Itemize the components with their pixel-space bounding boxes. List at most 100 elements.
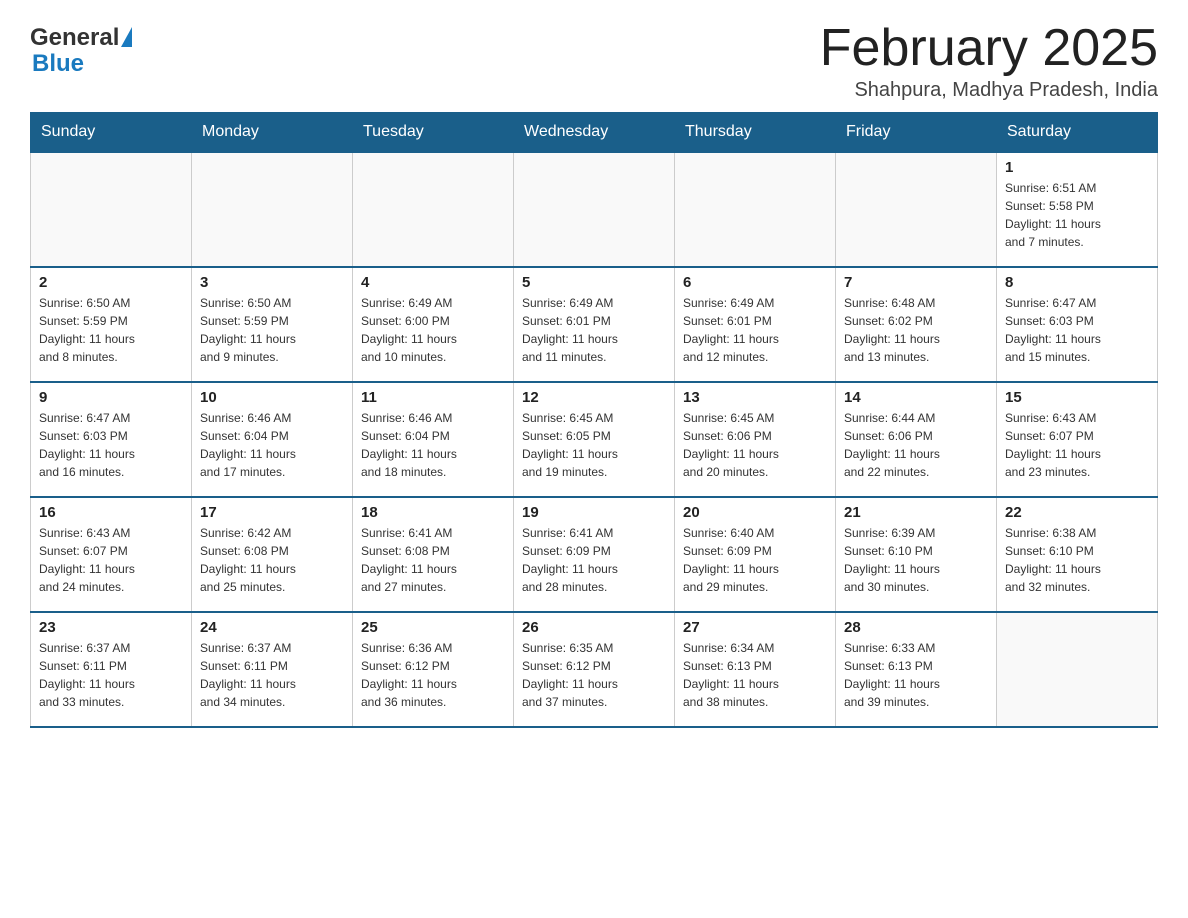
calendar-cell: 28 Sunrise: 6:33 AM Sunset: 6:13 PM Dayli… <box>836 612 997 727</box>
day-info: Sunrise: 6:36 AM Sunset: 6:12 PM Dayligh… <box>361 639 505 711</box>
calendar-week-1: 1 Sunrise: 6:51 AM Sunset: 5:58 PM Daylig… <box>31 152 1158 267</box>
calendar-cell <box>675 152 836 267</box>
day-number: 25 <box>361 619 505 636</box>
day-number: 1 <box>1005 159 1149 176</box>
day-number: 20 <box>683 504 827 521</box>
day-number: 7 <box>844 274 988 291</box>
day-info: Sunrise: 6:38 AM Sunset: 6:10 PM Dayligh… <box>1005 524 1149 596</box>
header-friday: Friday <box>836 113 997 153</box>
day-info: Sunrise: 6:35 AM Sunset: 6:12 PM Dayligh… <box>522 639 666 711</box>
calendar-cell: 26 Sunrise: 6:35 AM Sunset: 6:12 PM Dayli… <box>514 612 675 727</box>
day-number: 10 <box>200 389 344 406</box>
day-number: 23 <box>39 619 183 636</box>
day-number: 26 <box>522 619 666 636</box>
calendar-cell <box>353 152 514 267</box>
header-sunday: Sunday <box>31 113 192 153</box>
logo-blue-text: Blue <box>32 50 84 77</box>
header-saturday: Saturday <box>997 113 1158 153</box>
day-number: 24 <box>200 619 344 636</box>
calendar-header: Sunday Monday Tuesday Wednesday Thursday… <box>31 113 1158 153</box>
header-wednesday: Wednesday <box>514 113 675 153</box>
calendar-cell: 18 Sunrise: 6:41 AM Sunset: 6:08 PM Dayli… <box>353 497 514 612</box>
calendar-cell: 7 Sunrise: 6:48 AM Sunset: 6:02 PM Daylig… <box>836 267 997 382</box>
day-number: 13 <box>683 389 827 406</box>
calendar-cell: 8Sunrise: 6:47 AM Sunset: 6:03 PM Daylig… <box>997 267 1158 382</box>
calendar-cell: 21 Sunrise: 6:39 AM Sunset: 6:10 PM Dayli… <box>836 497 997 612</box>
day-info: Sunrise: 6:41 AM Sunset: 6:08 PM Dayligh… <box>361 524 505 596</box>
calendar-cell: 22Sunrise: 6:38 AM Sunset: 6:10 PM Dayli… <box>997 497 1158 612</box>
calendar-cell: 9 Sunrise: 6:47 AM Sunset: 6:03 PM Daylig… <box>31 382 192 497</box>
day-info: Sunrise: 6:44 AM Sunset: 6:06 PM Dayligh… <box>844 409 988 481</box>
calendar-title: February 2025 <box>820 20 1158 77</box>
day-info: Sunrise: 6:46 AM Sunset: 6:04 PM Dayligh… <box>361 409 505 481</box>
day-number: 27 <box>683 619 827 636</box>
calendar-cell <box>997 612 1158 727</box>
calendar-cell: 11Sunrise: 6:46 AM Sunset: 6:04 PM Dayli… <box>353 382 514 497</box>
calendar-cell: 5Sunrise: 6:49 AM Sunset: 6:01 PM Daylig… <box>514 267 675 382</box>
day-info: Sunrise: 6:34 AM Sunset: 6:13 PM Dayligh… <box>683 639 827 711</box>
logo: General Blue <box>30 20 132 78</box>
calendar-cell: 10 Sunrise: 6:46 AM Sunset: 6:04 PM Dayli… <box>192 382 353 497</box>
day-number: 14 <box>844 389 988 406</box>
day-info: Sunrise: 6:49 AM Sunset: 6:00 PM Dayligh… <box>361 294 505 366</box>
day-number: 16 <box>39 504 183 521</box>
calendar-week-5: 23 Sunrise: 6:37 AM Sunset: 6:11 PM Dayli… <box>31 612 1158 727</box>
calendar-table: Sunday Monday Tuesday Wednesday Thursday… <box>30 112 1158 728</box>
calendar-cell: 12Sunrise: 6:45 AM Sunset: 6:05 PM Dayli… <box>514 382 675 497</box>
day-number: 2 <box>39 274 183 291</box>
day-number: 28 <box>844 619 988 636</box>
calendar-week-2: 2 Sunrise: 6:50 AM Sunset: 5:59 PM Daylig… <box>31 267 1158 382</box>
header-thursday: Thursday <box>675 113 836 153</box>
calendar-body: 1 Sunrise: 6:51 AM Sunset: 5:58 PM Daylig… <box>31 152 1158 727</box>
day-info: Sunrise: 6:37 AM Sunset: 6:11 PM Dayligh… <box>200 639 344 711</box>
day-number: 18 <box>361 504 505 521</box>
day-number: 3 <box>200 274 344 291</box>
calendar-cell: 4Sunrise: 6:49 AM Sunset: 6:00 PM Daylig… <box>353 267 514 382</box>
calendar-cell: 25 Sunrise: 6:36 AM Sunset: 6:12 PM Dayli… <box>353 612 514 727</box>
calendar-cell <box>31 152 192 267</box>
day-info: Sunrise: 6:46 AM Sunset: 6:04 PM Dayligh… <box>200 409 344 481</box>
day-info: Sunrise: 6:45 AM Sunset: 6:06 PM Dayligh… <box>683 409 827 481</box>
calendar-cell: 27 Sunrise: 6:34 AM Sunset: 6:13 PM Dayli… <box>675 612 836 727</box>
calendar-cell: 17Sunrise: 6:42 AM Sunset: 6:08 PM Dayli… <box>192 497 353 612</box>
calendar-cell: 2 Sunrise: 6:50 AM Sunset: 5:59 PM Daylig… <box>31 267 192 382</box>
day-info: Sunrise: 6:48 AM Sunset: 6:02 PM Dayligh… <box>844 294 988 366</box>
calendar-cell <box>514 152 675 267</box>
day-number: 9 <box>39 389 183 406</box>
calendar-cell: 6Sunrise: 6:49 AM Sunset: 6:01 PM Daylig… <box>675 267 836 382</box>
day-number: 8 <box>1005 274 1149 291</box>
day-info: Sunrise: 6:51 AM Sunset: 5:58 PM Dayligh… <box>1005 179 1149 251</box>
calendar-cell: 20 Sunrise: 6:40 AM Sunset: 6:09 PM Dayli… <box>675 497 836 612</box>
header-row: Sunday Monday Tuesday Wednesday Thursday… <box>31 113 1158 153</box>
calendar-cell <box>192 152 353 267</box>
day-info: Sunrise: 6:40 AM Sunset: 6:09 PM Dayligh… <box>683 524 827 596</box>
calendar-cell: 16 Sunrise: 6:43 AM Sunset: 6:07 PM Dayli… <box>31 497 192 612</box>
day-number: 12 <box>522 389 666 406</box>
day-number: 19 <box>522 504 666 521</box>
calendar-cell: 19Sunrise: 6:41 AM Sunset: 6:09 PM Dayli… <box>514 497 675 612</box>
day-info: Sunrise: 6:43 AM Sunset: 6:07 PM Dayligh… <box>39 524 183 596</box>
calendar-week-3: 9 Sunrise: 6:47 AM Sunset: 6:03 PM Daylig… <box>31 382 1158 497</box>
page-header: General Blue February 2025 Shahpura, Mad… <box>30 20 1158 102</box>
day-number: 17 <box>200 504 344 521</box>
header-monday: Monday <box>192 113 353 153</box>
day-info: Sunrise: 6:43 AM Sunset: 6:07 PM Dayligh… <box>1005 409 1149 481</box>
day-number: 5 <box>522 274 666 291</box>
day-number: 15 <box>1005 389 1149 406</box>
calendar-week-4: 16 Sunrise: 6:43 AM Sunset: 6:07 PM Dayli… <box>31 497 1158 612</box>
calendar-subtitle: Shahpura, Madhya Pradesh, India <box>820 79 1158 102</box>
calendar-cell: 24 Sunrise: 6:37 AM Sunset: 6:11 PM Dayli… <box>192 612 353 727</box>
calendar-cell <box>836 152 997 267</box>
day-number: 6 <box>683 274 827 291</box>
calendar-cell: 3 Sunrise: 6:50 AM Sunset: 5:59 PM Daylig… <box>192 267 353 382</box>
day-info: Sunrise: 6:47 AM Sunset: 6:03 PM Dayligh… <box>39 409 183 481</box>
day-info: Sunrise: 6:37 AM Sunset: 6:11 PM Dayligh… <box>39 639 183 711</box>
day-number: 21 <box>844 504 988 521</box>
day-info: Sunrise: 6:33 AM Sunset: 6:13 PM Dayligh… <box>844 639 988 711</box>
calendar-cell: 1 Sunrise: 6:51 AM Sunset: 5:58 PM Daylig… <box>997 152 1158 267</box>
day-info: Sunrise: 6:39 AM Sunset: 6:10 PM Dayligh… <box>844 524 988 596</box>
calendar-cell: 13 Sunrise: 6:45 AM Sunset: 6:06 PM Dayli… <box>675 382 836 497</box>
day-info: Sunrise: 6:50 AM Sunset: 5:59 PM Dayligh… <box>200 294 344 366</box>
day-info: Sunrise: 6:50 AM Sunset: 5:59 PM Dayligh… <box>39 294 183 366</box>
calendar-cell: 15 Sunrise: 6:43 AM Sunset: 6:07 PM Dayli… <box>997 382 1158 497</box>
